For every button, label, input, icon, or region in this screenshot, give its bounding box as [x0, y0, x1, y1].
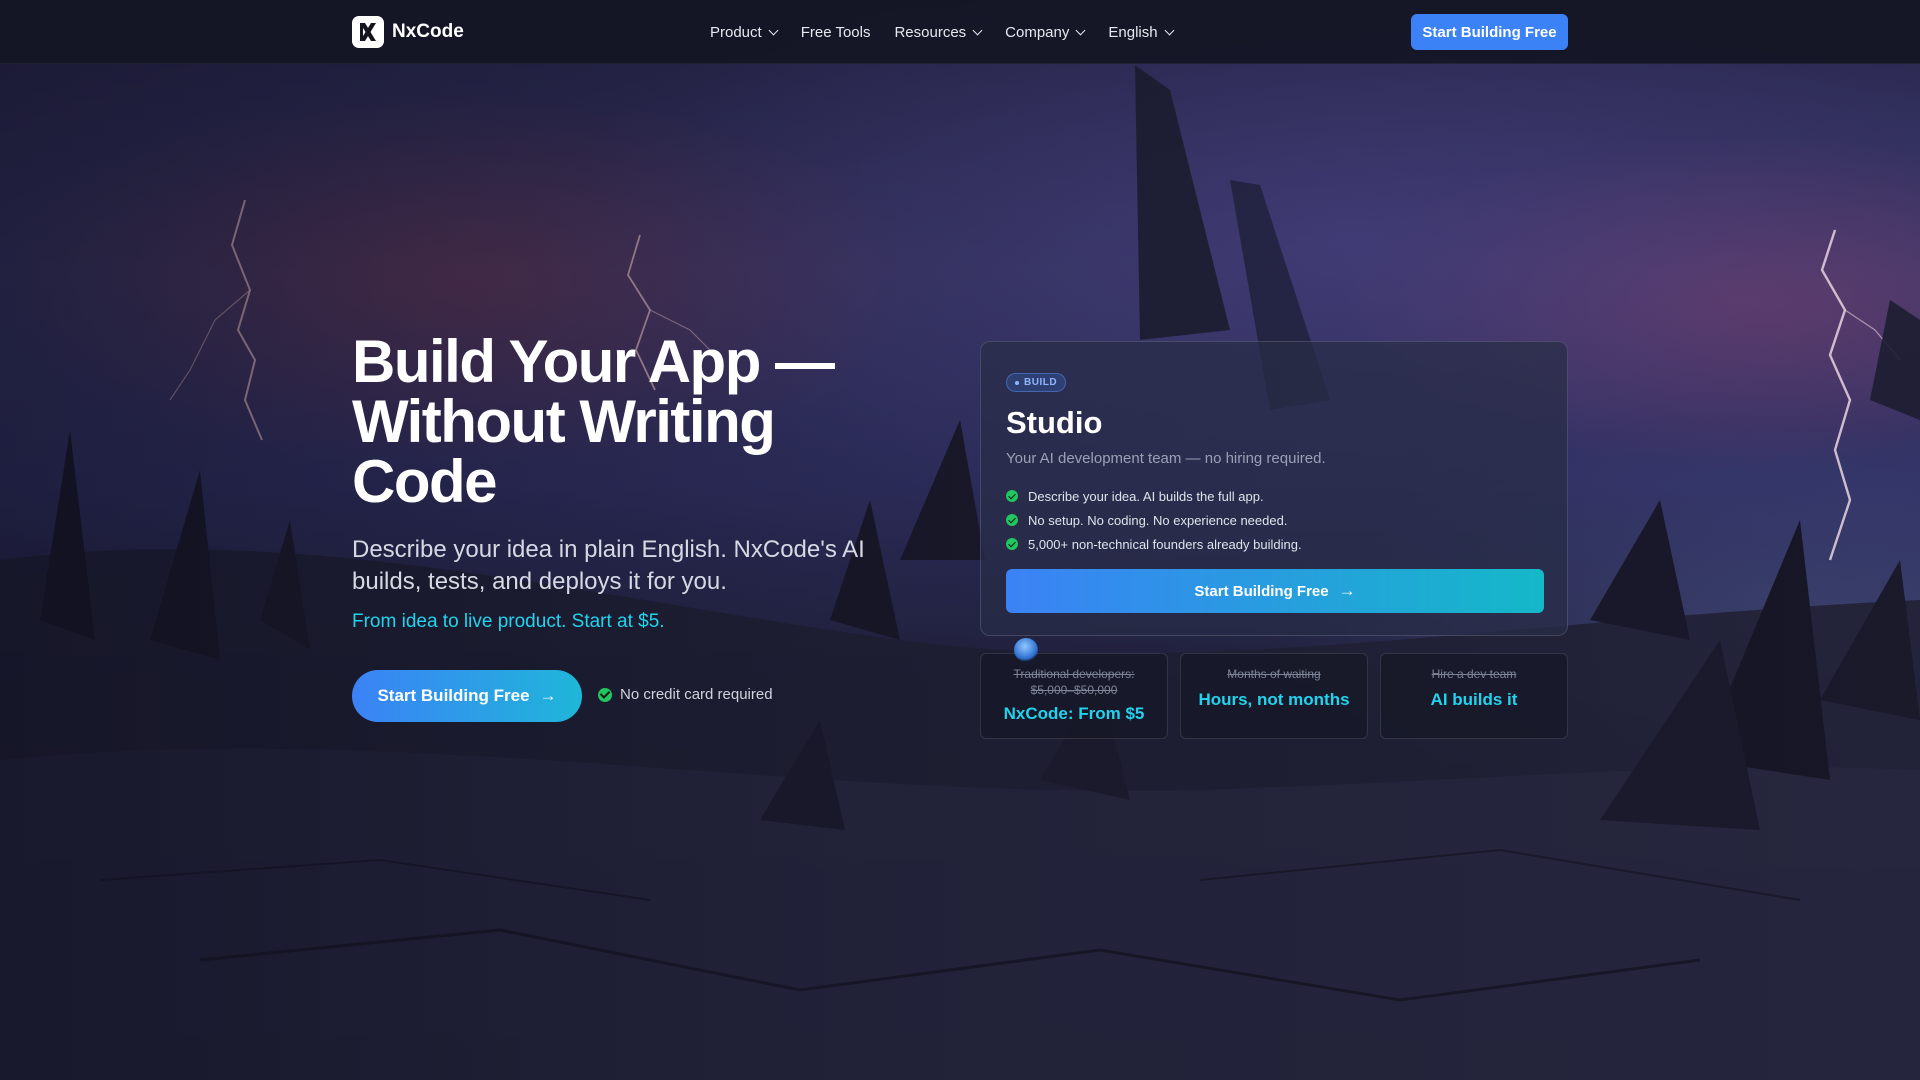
menu-item-free-tools[interactable]: Free Tools — [801, 24, 871, 41]
chevron-down-icon — [972, 25, 983, 35]
card-title: Studio — [1006, 405, 1103, 440]
card-start-building-button[interactable]: Start Building Free → — [1006, 569, 1544, 613]
menu-label: Resources — [894, 23, 967, 41]
nxcode-logo-icon — [352, 16, 384, 48]
old-way-text: $5,000–$50,000 — [1030, 683, 1118, 697]
hero-background-image — [0, 0, 1920, 1080]
top-navbar: NxCode Product Free Tools Resources Comp… — [0, 0, 1920, 64]
check-circle-icon — [1006, 490, 1018, 502]
chevron-down-icon — [768, 25, 779, 35]
comparison-card-time: Months of waiting Hours, not months — [1180, 653, 1368, 739]
badge-label: BUILD — [1024, 377, 1058, 388]
menu-item-company[interactable]: Company — [1005, 23, 1086, 41]
chevron-down-icon — [1164, 25, 1175, 35]
old-way-text: Hire a dev team — [1431, 667, 1517, 681]
old-way-text: Months of waiting — [1227, 667, 1321, 681]
chevron-down-icon — [1075, 25, 1086, 35]
menu-label: English — [1108, 23, 1158, 41]
menu-item-product[interactable]: Product — [710, 23, 779, 41]
nav-start-building-button[interactable]: Start Building Free — [1411, 14, 1568, 50]
dot-icon — [1015, 380, 1019, 385]
old-way-text: Traditional developers: — [1013, 667, 1135, 681]
card-subtitle: Your AI development team — no hiring req… — [1006, 450, 1326, 467]
feature-item: Describe your idea. AI builds the full a… — [1006, 484, 1302, 508]
hero-start-building-button[interactable]: Start Building Free → — [352, 670, 582, 722]
menu-item-resources[interactable]: Resources — [894, 23, 983, 41]
hero-title-line: Without Writing — [352, 388, 776, 455]
build-badge: BUILD — [1006, 373, 1067, 392]
no-credit-card-note: No credit card required — [598, 686, 773, 703]
hero-subtitle: Describe your idea in plain English. NxC… — [352, 536, 865, 595]
button-label: Start Building Free — [1194, 582, 1329, 600]
hero-title: Build Your App — Without Writing Code — [352, 332, 912, 512]
new-way-text: Hours, not months — [1198, 690, 1350, 709]
note-text: No credit card required — [620, 686, 773, 703]
language-selector[interactable]: English — [1108, 23, 1175, 41]
hero-accent-text: From idea to live product. Start at $5. — [352, 611, 665, 632]
hero-title-line: Code — [352, 448, 498, 515]
arrow-right-icon: → — [539, 686, 557, 705]
check-circle-icon — [1006, 514, 1018, 526]
logo-link[interactable]: NxCode — [352, 15, 464, 49]
new-way-text: NxCode: From $5 — [1003, 704, 1145, 723]
menu-label: Free Tools — [800, 23, 871, 41]
decorative-orb — [1014, 638, 1038, 662]
feature-text: No setup. No coding. No experience neede… — [1028, 512, 1288, 528]
feature-item: 5,000+ non-technical founders already bu… — [1006, 532, 1302, 556]
arrow-right-icon: → — [1338, 581, 1356, 600]
check-circle-icon — [598, 687, 612, 702]
comparison-card-team: Hire a dev team AI builds it — [1380, 653, 1568, 739]
feature-text: 5,000+ non-technical founders already bu… — [1028, 536, 1302, 552]
hero-title-line: Build Your App — — [352, 328, 835, 395]
feature-text: Describe your idea. AI builds the full a… — [1028, 488, 1264, 504]
menu-label: Product — [710, 23, 762, 41]
button-label: Start Building Free — [377, 686, 530, 705]
logo-text: NxCode — [392, 21, 464, 42]
main-menu: Product Free Tools Resources Company Eng… — [710, 0, 1175, 64]
studio-card: BUILD Studio Your AI development team — … — [980, 341, 1568, 636]
new-way-text: AI builds it — [1430, 690, 1518, 709]
menu-label: Company — [1005, 23, 1070, 41]
feature-item: No setup. No coding. No experience neede… — [1006, 508, 1302, 532]
feature-list: Describe your idea. AI builds the full a… — [1006, 484, 1302, 556]
comparison-card-cost: Traditional developers: $5,000–$50,000 N… — [980, 653, 1168, 739]
check-circle-icon — [1006, 538, 1018, 550]
